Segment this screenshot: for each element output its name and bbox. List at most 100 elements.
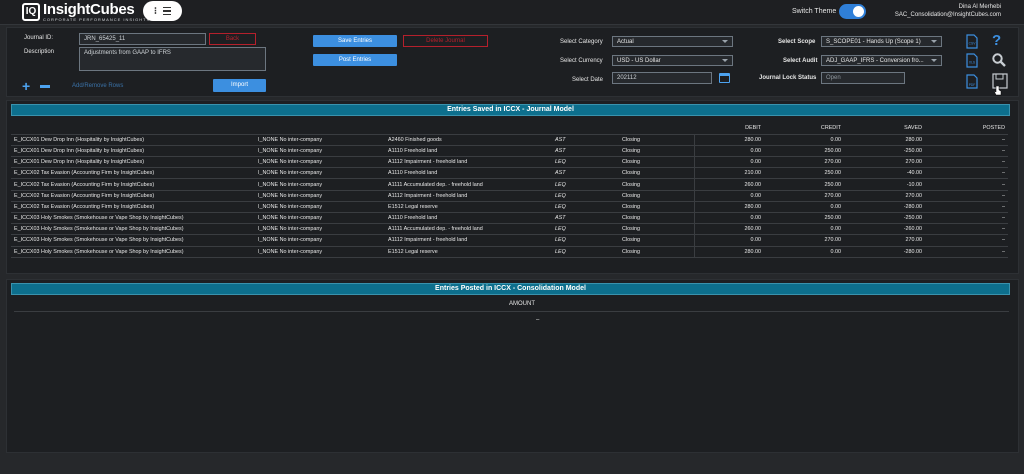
csv-export-icon[interactable]: CSV xyxy=(966,34,978,49)
cell-intercompany: I_NONE No inter-company xyxy=(255,234,385,247)
calendar-icon[interactable] xyxy=(719,73,730,83)
scope-label: Select Scope xyxy=(778,39,816,45)
date-field[interactable]: 202112 xyxy=(612,72,712,84)
pdf-label: PDF xyxy=(969,83,976,87)
cell-saved: -40.00 xyxy=(844,167,925,180)
csv-label: CSV xyxy=(969,42,977,46)
cell-account: A1110 Freehold land xyxy=(385,212,552,225)
cell-posted: – xyxy=(925,234,1008,247)
table-row[interactable]: E_ICCX02 Tax Evasion (Accounting Firm by… xyxy=(11,190,1008,202)
cell-entity: E_ICCX03 Holy Smokes (Smokehouse or Vape… xyxy=(11,234,255,247)
cell-account-type: LEQ xyxy=(552,178,619,191)
cell-saved: -260.00 xyxy=(844,223,925,236)
chevron-down-icon xyxy=(931,59,937,62)
cell-intercompany: I_NONE No inter-company xyxy=(255,212,385,225)
chevron-down-icon xyxy=(722,59,728,62)
back-button[interactable]: Back xyxy=(209,33,256,45)
main-menu-button[interactable]: ⁝ xyxy=(143,1,182,21)
top-bar: IQ InsightCubes CORPORATE PERFORMANCE IN… xyxy=(0,0,1024,25)
logo-tagline: CORPORATE PERFORMANCE INSIGHTS xyxy=(43,16,151,22)
journal-id-label: Journal ID: xyxy=(24,35,54,41)
pdf-export-icon[interactable]: PDF xyxy=(966,74,978,89)
help-icon[interactable]: ? xyxy=(992,32,1001,49)
delete-journal-button[interactable]: Delete Journal xyxy=(403,35,488,47)
audit-select[interactable]: ADJ_GAAP_IFRS - Conversion fro... xyxy=(821,55,942,66)
add-row-icon[interactable]: + xyxy=(22,79,30,93)
cell-saved: 270.00 xyxy=(844,234,925,247)
app-logo[interactable]: IQ InsightCubes CORPORATE PERFORMANCE IN… xyxy=(22,2,150,22)
description-label: Description xyxy=(24,49,55,55)
cell-entity: E_ICCX02 Tax Evasion (Accounting Firm by… xyxy=(11,190,255,202)
table-row[interactable]: E_ICCX01 Dew Drop Inn (Hospitality by In… xyxy=(11,134,1008,146)
column-header-posted: POSTED xyxy=(925,123,1008,135)
post-entries-button[interactable]: Post Entries xyxy=(313,54,397,66)
cell-debit: 0.00 xyxy=(694,212,764,225)
cell-entity: E_ICCX03 Holy Smokes (Smokehouse or Vape… xyxy=(11,212,255,225)
column-header-amount: AMOUNT xyxy=(509,301,535,307)
save-entries-button[interactable]: Save Entries xyxy=(313,35,397,47)
cell-intercompany: I_NONE No inter-company xyxy=(255,145,385,158)
cell-credit: 0.00 xyxy=(764,134,844,146)
cell-debit: 0.00 xyxy=(694,234,764,247)
column-header-credit: CREDIT xyxy=(764,123,844,135)
table-row[interactable]: E_ICCX01 Dew Drop Inn (Hospitality by In… xyxy=(11,156,1008,169)
table-row[interactable]: E_ICCX02 Tax Evasion (Accounting Firm by… xyxy=(11,178,1008,191)
cell-flow: Closing xyxy=(619,145,695,158)
chevron-down-icon xyxy=(931,40,937,43)
table-row[interactable]: E_ICCX03 Holy Smokes (Smokehouse or Vape… xyxy=(11,246,1008,258)
table-row[interactable]: E_ICCX02 Tax Evasion (Accounting Firm by… xyxy=(11,201,1008,214)
cell-credit: 270.00 xyxy=(764,156,844,169)
cell-intercompany: I_NONE No inter-company xyxy=(255,190,385,202)
switch-theme-toggle[interactable] xyxy=(839,4,866,19)
cell-saved: 270.00 xyxy=(844,156,925,169)
category-select[interactable]: Actual xyxy=(612,36,733,47)
user-info: Dina Al Merhebi SAC_Consolidation@Insigh… xyxy=(895,3,1001,19)
cell-debit: 210.00 xyxy=(694,167,764,180)
cell-debit: 260.00 xyxy=(694,223,764,236)
cell-credit: 270.00 xyxy=(764,190,844,202)
currency-select[interactable]: USD - US Dollar xyxy=(612,55,733,66)
table-row[interactable]: E_ICCX03 Holy Smokes (Smokehouse or Vape… xyxy=(11,234,1008,247)
cell-account: A1112 Impairment - freehold land xyxy=(385,156,552,169)
cell-flow: Closing xyxy=(619,178,695,191)
search-zoom-icon[interactable] xyxy=(992,53,1006,67)
cell-account: A1111 Accumulated dep. - freehold land xyxy=(385,178,552,191)
cell-saved: -280.00 xyxy=(844,246,925,258)
add-remove-rows-label: Add/Remove Rows xyxy=(72,83,124,89)
scope-select[interactable]: S_SCOPE01 - Hands Up (Scope 1) xyxy=(821,36,942,47)
cell-entity: E_ICCX01 Dew Drop Inn (Hospitality by In… xyxy=(11,156,255,169)
more-options-icon: ⁝ xyxy=(153,5,158,17)
cell-posted: – xyxy=(925,178,1008,191)
cell-account: A1112 Impairment - freehold land xyxy=(385,190,552,202)
cell-account-type: LEQ xyxy=(552,201,619,214)
cell-account-type: LEQ xyxy=(552,246,619,258)
cell-credit: 0.00 xyxy=(764,201,844,214)
cell-account: A1111 Accumulated dep. - freehold land xyxy=(385,223,552,236)
cell-credit: 0.00 xyxy=(764,246,844,258)
cell-credit: 250.00 xyxy=(764,145,844,158)
cell-account-type: AST xyxy=(552,212,619,225)
cell-flow: Closing xyxy=(619,190,695,202)
cell-entity: E_ICCX01 Dew Drop Inn (Hospitality by In… xyxy=(11,145,255,158)
import-button[interactable]: Import xyxy=(213,79,266,92)
table-row[interactable]: E_ICCX03 Holy Smokes (Smokehouse or Vape… xyxy=(11,223,1008,236)
cell-credit: 270.00 xyxy=(764,234,844,247)
cell-account: A2460 Finished goods xyxy=(385,134,552,146)
journal-id-field[interactable]: JRN_65425_11 xyxy=(79,33,206,45)
audit-value: ADJ_GAAP_IFRS - Conversion fro... xyxy=(826,58,924,64)
cell-account: A1110 Freehold land xyxy=(385,167,552,180)
cell-account-type: AST xyxy=(552,167,619,180)
description-field[interactable]: Adjustments from GAAP to IFRS xyxy=(79,47,266,71)
remove-row-icon[interactable] xyxy=(40,85,50,88)
cell-intercompany: I_NONE No inter-company xyxy=(255,178,385,191)
table-row[interactable]: E_ICCX02 Tax Evasion (Accounting Firm by… xyxy=(11,167,1008,180)
switch-theme-label: Switch Theme xyxy=(792,8,837,15)
lock-status-label: Journal Lock Status xyxy=(759,75,817,81)
cell-saved: -280.00 xyxy=(844,201,925,214)
table-row[interactable]: E_ICCX03 Holy Smokes (Smokehouse or Vape… xyxy=(11,212,1008,225)
cell-posted: – xyxy=(925,134,1008,146)
table-row[interactable]: E_ICCX01 Dew Drop Inn (Hospitality by In… xyxy=(11,145,1008,158)
xls-label: XLS xyxy=(969,61,976,65)
xls-export-icon[interactable]: XLS xyxy=(966,53,978,68)
cell-entity: E_ICCX02 Tax Evasion (Accounting Firm by… xyxy=(11,167,255,180)
